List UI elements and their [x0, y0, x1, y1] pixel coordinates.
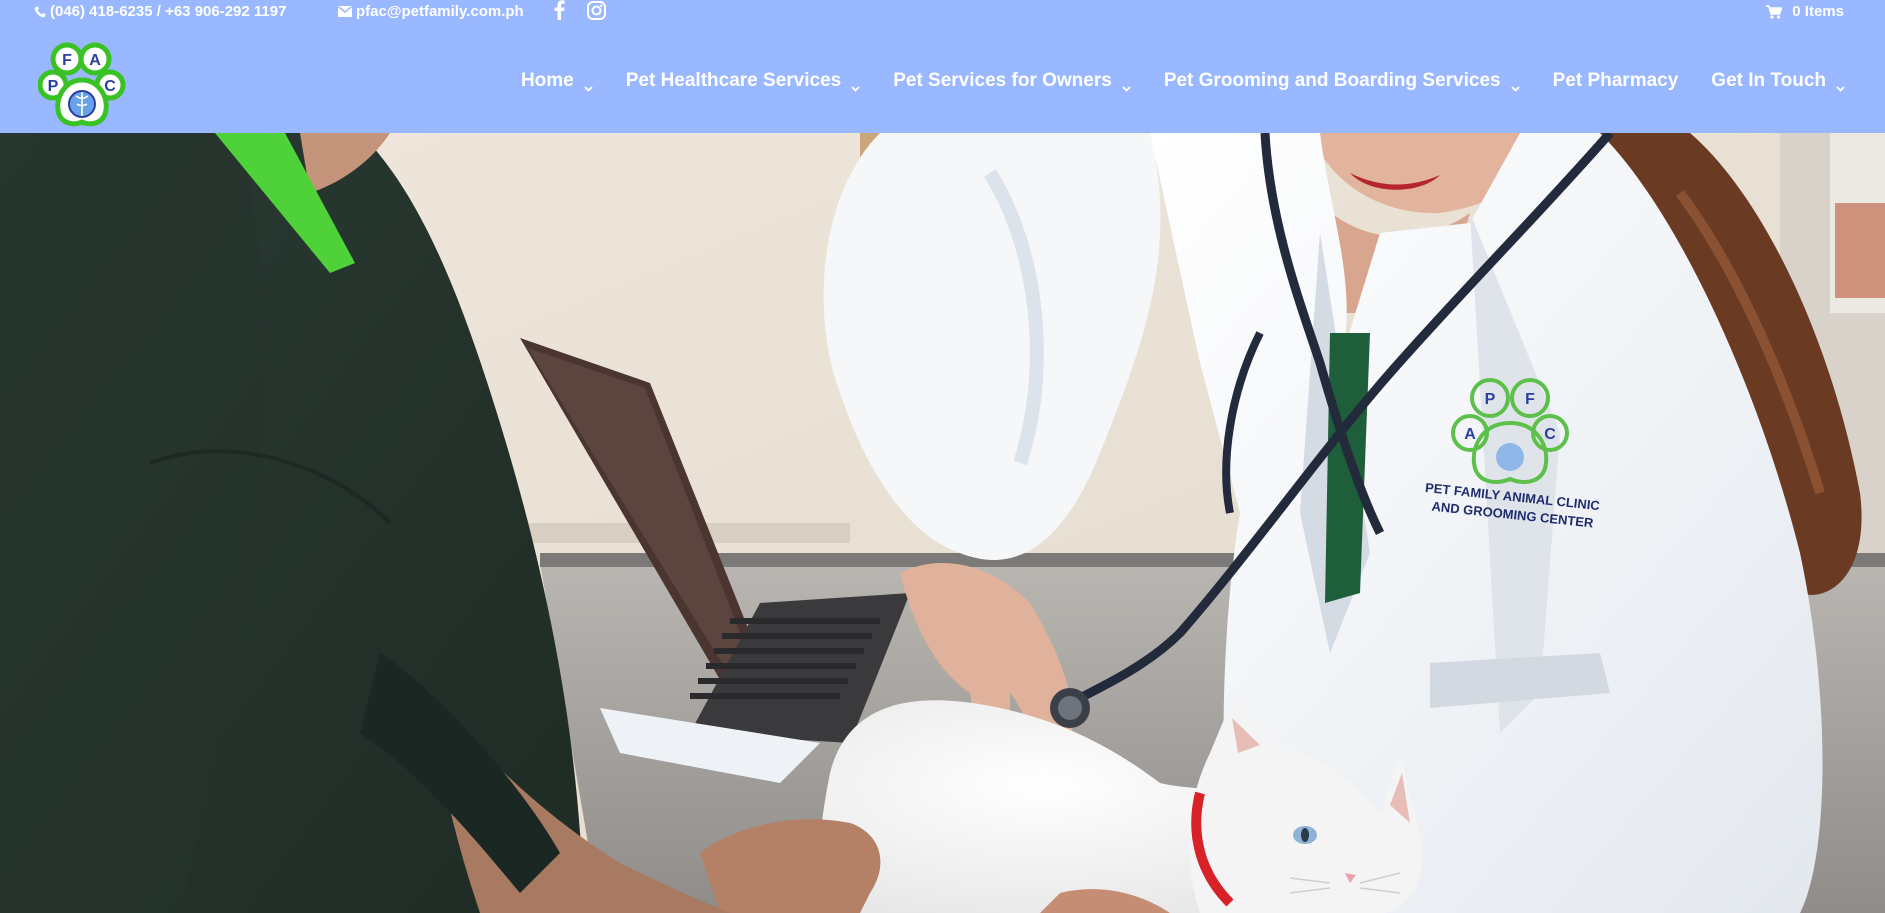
nav-home[interactable]: Home [521, 70, 593, 92]
hero-illustration: P F A C PET FAMILY ANIMAL CLINIC AND GRO… [0, 133, 1885, 913]
logo-letter-f: F [62, 52, 72, 69]
nav-home-label: Home [520, 70, 574, 91]
email-contact[interactable]: pfac@petfamily.com.ph [338, 3, 524, 20]
logo-letter-c: C [104, 78, 116, 95]
chevron-down-icon [1510, 77, 1520, 92]
cart-icon [1766, 4, 1783, 19]
nav-pet-healthcare[interactable]: Pet Healthcare Services [626, 70, 860, 92]
coat-logo-letter-f: F [1525, 391, 1535, 408]
hero-image: P F A C PET FAMILY ANIMAL CLINIC AND GRO… [0, 133, 1885, 913]
cart-link[interactable]: 0 Items [1766, 3, 1844, 20]
logo-letter-p: P [48, 78, 59, 95]
nav-pet-pharmacy-label: Pet Pharmacy [1552, 70, 1679, 91]
envelope-icon [338, 6, 352, 17]
coat-logo-letter-p: P [1485, 391, 1496, 408]
facebook-link[interactable] [553, 0, 565, 20]
email-text: pfac@petfamily.com.ph [356, 3, 524, 20]
logo-letter-a: A [89, 52, 101, 69]
coat-logo-letter-c: C [1544, 426, 1556, 443]
main-nav: Home Pet Healthcare Services Pet Service… [521, 70, 1845, 92]
instagram-link[interactable] [587, 1, 606, 20]
top-bar: (046) 418-6235 / +63 906-292 1197 pfac@p… [0, 0, 1885, 24]
coat-logo-letter-a: A [1464, 426, 1476, 443]
chevron-down-icon [584, 77, 593, 92]
instagram-icon [587, 1, 606, 20]
nav-pet-grooming-boarding-label: Pet Grooming and Boarding Services [1163, 70, 1501, 91]
phone-contact[interactable]: (046) 418-6235 / +63 906-292 1197 [34, 3, 286, 20]
nav-get-in-touch[interactable]: Get In Touch [1711, 70, 1845, 92]
site-header: F A P C Home Pet Healthcare Services Pet… [0, 24, 1885, 133]
phone-text: (046) 418-6235 / +63 906-292 1197 [50, 3, 287, 20]
chevron-down-icon [1836, 77, 1845, 92]
chevron-down-icon [1122, 77, 1131, 92]
site-logo[interactable]: F A P C [37, 42, 126, 128]
nav-get-in-touch-label: Get In Touch [1711, 70, 1826, 91]
nav-pet-services-owners[interactable]: Pet Services for Owners [893, 70, 1131, 92]
nav-pet-grooming-boarding[interactable]: Pet Grooming and Boarding Services [1164, 70, 1520, 92]
nav-pet-services-owners-label: Pet Services for Owners [893, 70, 1112, 91]
nav-pet-healthcare-label: Pet Healthcare Services [625, 70, 842, 91]
nav-pet-pharmacy[interactable]: Pet Pharmacy [1553, 70, 1679, 92]
cart-count: 0 Items [1792, 3, 1844, 20]
chevron-down-icon [851, 77, 860, 92]
phone-icon [34, 6, 46, 18]
facebook-icon [553, 0, 565, 20]
